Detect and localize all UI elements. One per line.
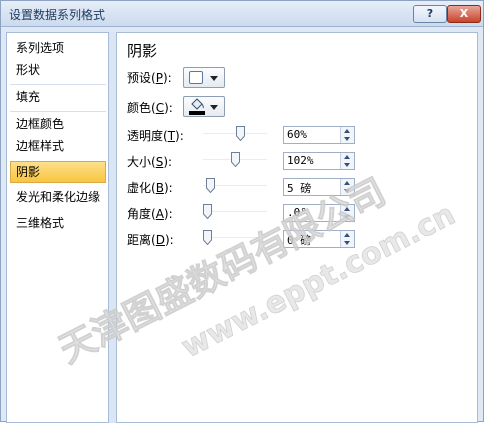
distance-accelerator: D (155, 233, 165, 247)
nav-divider (10, 111, 106, 112)
nav-item-series-options[interactable]: 系列选项 (10, 37, 106, 59)
category-list: 系列选项 形状 填充 边框颜色 边框样式 阴影 发光和柔化边缘 三维格式 (6, 32, 109, 423)
size-value[interactable]: 102% (287, 154, 314, 167)
distance-label: 距离(D): (127, 233, 174, 247)
spinner-arrows[interactable] (340, 205, 354, 221)
preset-dropdown[interactable] (183, 67, 225, 88)
arrow-down-icon[interactable] (344, 215, 350, 219)
chevron-down-icon (210, 76, 218, 81)
arrow-up-icon[interactable] (344, 155, 350, 159)
transparency-label: 透明度(T): (127, 129, 184, 143)
shadow-settings-panel: 阴影 预设(P): 颜色(C): 透明度(T): 60% 大小(S): 102%… (116, 32, 478, 423)
close-button[interactable]: X (447, 5, 481, 23)
blur-spinner[interactable]: 5 磅 (283, 178, 355, 196)
distance-slider-thumb[interactable] (203, 230, 212, 245)
arrow-up-icon[interactable] (344, 181, 350, 185)
angle-label-text: 角度 (127, 207, 152, 221)
angle-accelerator: A (155, 207, 164, 221)
arrow-up-icon[interactable] (344, 207, 350, 211)
angle-slider-track[interactable] (203, 211, 267, 212)
transparency-spinner[interactable]: 60% (283, 126, 355, 144)
nav-item-fill[interactable]: 填充 (10, 86, 106, 108)
blur-value[interactable]: 5 磅 (287, 180, 311, 196)
paint-bucket-icon (189, 98, 205, 115)
nav-item-shadow[interactable]: 阴影 (10, 161, 106, 183)
distance-slider-track[interactable] (203, 237, 267, 238)
arrow-up-icon[interactable] (344, 233, 350, 237)
transparency-slider-thumb[interactable] (236, 126, 245, 141)
blur-accelerator: B (155, 181, 164, 195)
transparency-accelerator: T (167, 129, 176, 143)
format-data-series-dialog: 设置数据系列格式 ? X 系列选项 形状 填充 边框颜色 边框样式 阴影 发光和… (0, 0, 484, 423)
title-bar: 设置数据系列格式 ? X (1, 1, 483, 27)
distance-label-text: 距离 (127, 233, 152, 247)
nav-item-glow-soft-edges[interactable]: 发光和柔化边缘 (10, 186, 106, 208)
nav-item-shape[interactable]: 形状 (10, 59, 106, 81)
nav-item-3d-format[interactable]: 三维格式 (10, 212, 106, 234)
nav-divider (10, 84, 106, 85)
dialog-title: 设置数据系列格式 (9, 8, 106, 22)
preset-label: 预设(P): (127, 71, 172, 85)
angle-spinner[interactable]: .0° (283, 204, 355, 222)
preset-accelerator: P (155, 71, 163, 85)
transparency-label-text: 透明度 (127, 129, 164, 143)
arrow-up-icon[interactable] (344, 129, 350, 133)
dialog-body: 系列选项 形状 填充 边框颜色 边框样式 阴影 发光和柔化边缘 三维格式 阴影 … (6, 32, 478, 423)
color-label: 颜色(C): (127, 101, 173, 115)
color-dropdown[interactable] (183, 96, 225, 117)
shadow-preset-icon (189, 71, 203, 84)
distance-spinner[interactable]: 0 磅 (283, 230, 355, 248)
angle-value[interactable]: .0° (287, 206, 307, 219)
color-label-text: 颜色 (127, 101, 152, 115)
angle-slider-thumb[interactable] (203, 204, 212, 219)
blur-slider-thumb[interactable] (205, 178, 215, 193)
arrow-down-icon[interactable] (344, 189, 350, 193)
size-spinner[interactable]: 102% (283, 152, 355, 170)
blur-label: 虚化(B): (127, 181, 173, 195)
size-label: 大小(S): (127, 155, 173, 169)
chevron-down-icon (210, 105, 218, 110)
spinner-arrows[interactable] (340, 153, 354, 169)
help-button[interactable]: ? (413, 5, 447, 23)
size-slider-thumb[interactable] (231, 152, 241, 167)
angle-label: 角度(A): (127, 207, 173, 221)
spinner-arrows[interactable] (340, 179, 354, 195)
blur-label-text: 虚化 (127, 181, 152, 195)
spinner-arrows[interactable] (340, 231, 354, 247)
transparency-slider-track[interactable] (203, 133, 267, 134)
preset-label-text: 预设 (127, 71, 152, 85)
distance-value[interactable]: 0 磅 (287, 232, 311, 248)
section-title: 阴影 (127, 42, 158, 60)
spinner-arrows[interactable] (340, 127, 354, 143)
size-label-text: 大小 (127, 155, 152, 169)
color-accelerator: C (155, 101, 165, 115)
nav-item-border-style[interactable]: 边框样式 (10, 135, 106, 157)
transparency-value[interactable]: 60% (287, 128, 307, 141)
arrow-down-icon[interactable] (344, 137, 350, 141)
arrow-down-icon[interactable] (344, 163, 350, 167)
nav-item-border-color[interactable]: 边框颜色 (10, 113, 106, 135)
size-accelerator: S (155, 155, 164, 169)
arrow-down-icon[interactable] (344, 241, 350, 245)
